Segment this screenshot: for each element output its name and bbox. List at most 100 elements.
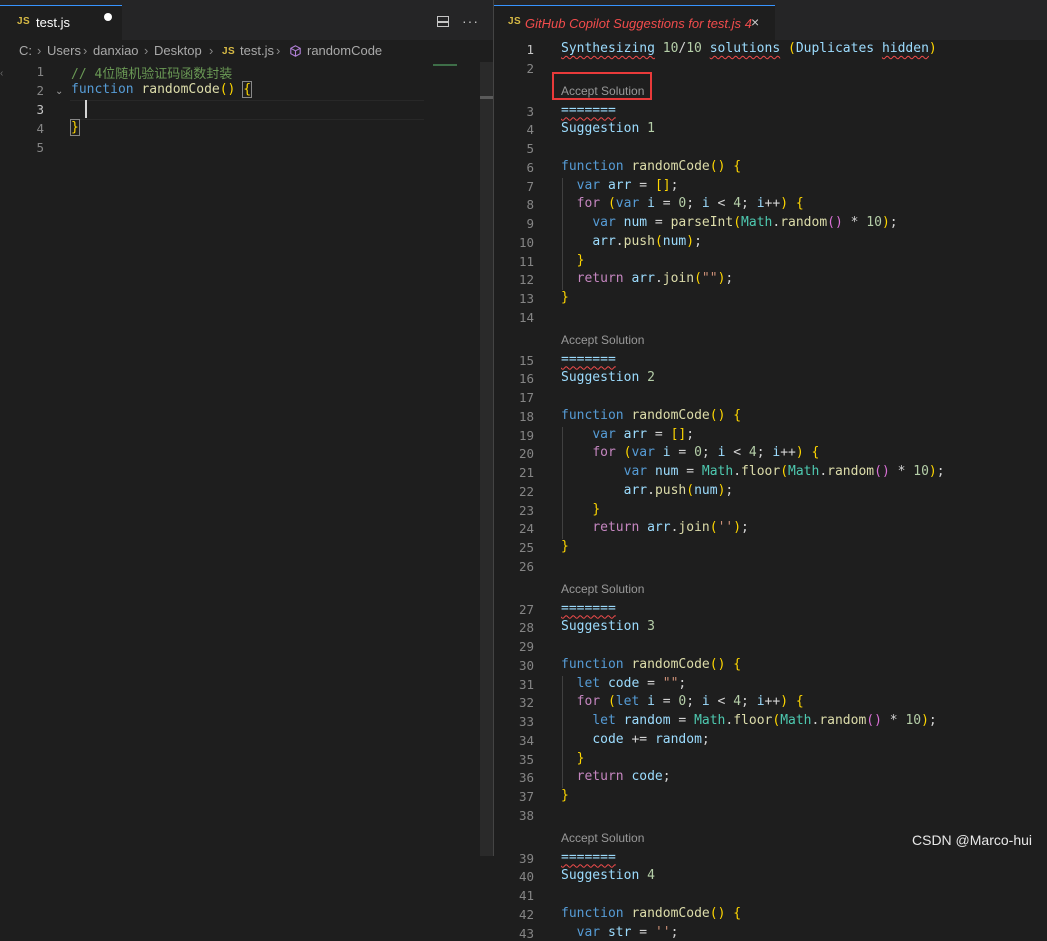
code-line[interactable]: Synthesizing 10/10 solutions (Duplicates… <box>561 41 937 56</box>
line-number: 2 <box>36 83 44 98</box>
code-line[interactable]: } <box>561 751 585 766</box>
line-number: 4 <box>526 122 534 138</box>
code-line[interactable]: ======= <box>561 601 616 616</box>
line-number: 34 <box>518 732 534 748</box>
line-number: 21 <box>518 465 534 480</box>
code-line[interactable]: } <box>561 539 569 554</box>
tab-title[interactable]: test.js <box>36 15 70 30</box>
line-number: 36 <box>518 770 534 786</box>
code-line[interactable]: return arr.join(''); <box>561 520 749 535</box>
line-number: 37 <box>518 789 534 804</box>
minimap[interactable] <box>433 64 457 66</box>
code-line[interactable]: return arr.join(""); <box>561 271 734 286</box>
code-line[interactable]: function randomCode() { <box>561 159 741 174</box>
breadcrumb: C: › Users › danxiao › Desktop › JS test… <box>0 40 493 62</box>
line-number: 20 <box>518 446 534 462</box>
line-number: 35 <box>518 751 534 767</box>
code-line[interactable]: code += random; <box>561 732 709 747</box>
breadcrumb-item-file[interactable]: test.js <box>240 43 274 58</box>
fold-chevron-icon[interactable]: ⌄ <box>55 86 63 97</box>
line-number: 16 <box>518 371 534 387</box>
line-number: 9 <box>526 216 534 231</box>
breadcrumb-item-drive[interactable]: C: <box>19 43 32 58</box>
code-line[interactable]: var arr = []; <box>561 178 679 193</box>
chevron-right-icon: › <box>144 43 149 58</box>
line-number: 17 <box>518 390 534 405</box>
line-number: 29 <box>518 639 534 654</box>
line-number: 18 <box>518 408 534 424</box>
code-line[interactable]: for (var i = 0; i < 4; i++) { <box>561 445 819 460</box>
vertical-scrollbar[interactable] <box>480 62 493 856</box>
code-line[interactable]: // 4位随机验证码函数封装 <box>71 63 232 82</box>
code-line[interactable]: return code; <box>561 769 671 784</box>
code-line[interactable]: arr.push(num); <box>561 234 702 249</box>
current-line-highlight <box>70 100 424 120</box>
code-line[interactable]: Suggestion 1 <box>561 121 655 136</box>
accept-solution-link[interactable]: Accept Solution <box>561 831 644 845</box>
line-number: 41 <box>518 888 534 903</box>
code-line[interactable]: ======= <box>561 103 616 118</box>
breadcrumb-item-desktop[interactable]: Desktop <box>154 43 202 58</box>
code-line[interactable]: function randomCode() { <box>561 408 741 423</box>
code-line[interactable]: } <box>70 119 80 136</box>
code-line[interactable]: Suggestion 4 <box>561 868 655 883</box>
close-icon[interactable]: × <box>751 14 759 30</box>
breadcrumb-item-users[interactable]: Users <box>47 43 81 58</box>
line-number: 25 <box>518 540 534 555</box>
line-number: 42 <box>518 906 534 922</box>
code-line[interactable]: } <box>561 253 585 268</box>
code-line[interactable]: ======= <box>561 850 616 865</box>
breadcrumb-item-danxiao[interactable]: danxiao <box>93 43 139 58</box>
code-line[interactable]: } <box>561 290 569 305</box>
line-number: 1 <box>36 64 44 79</box>
chevron-right-icon: › <box>83 43 88 58</box>
code-line[interactable]: function randomCode() { <box>561 657 741 672</box>
tab-title[interactable]: GitHub Copilot Suggestions for test.js 4 <box>525 16 752 31</box>
watermark: CSDN @Marco-hui <box>912 832 1033 848</box>
line-number: 24 <box>518 521 534 537</box>
scrollbar-cursor-marker <box>480 96 493 99</box>
code-line[interactable]: } <box>561 788 569 803</box>
split-editor-icon[interactable] <box>437 16 449 27</box>
code-line[interactable]: } <box>561 502 600 517</box>
code-line[interactable]: for (var i = 0; i < 4; i++) { <box>561 196 804 211</box>
code-line[interactable]: function randomCode() { <box>561 906 741 921</box>
code-line[interactable]: var str = ''; <box>561 925 679 940</box>
line-number: 23 <box>518 502 534 518</box>
line-number: 39 <box>518 850 534 866</box>
line-number: 40 <box>518 869 534 885</box>
line-number: 5 <box>526 141 534 156</box>
annotation-highlight-box <box>552 72 652 100</box>
unsaved-dot-icon[interactable] <box>104 13 112 21</box>
code-line[interactable]: let random = Math.floor(Math.random() * … <box>561 713 936 728</box>
code-line[interactable]: var num = parseInt(Math.random() * 10); <box>561 215 897 230</box>
line-number: 6 <box>526 159 534 175</box>
code-line[interactable]: let code = ""; <box>561 676 687 691</box>
line-number: 31 <box>518 676 534 692</box>
accept-solution-link[interactable]: Accept Solution <box>561 333 644 347</box>
code-line[interactable]: var arr = []; <box>561 427 694 442</box>
line-number: 22 <box>518 483 534 499</box>
code-line[interactable]: arr.push(num); <box>561 483 734 498</box>
line-number: 14 <box>518 309 534 325</box>
breadcrumb-item-symbol[interactable]: randomCode <box>307 43 382 58</box>
line-number: 5 <box>36 140 44 155</box>
line-number: 33 <box>518 714 534 729</box>
code-line[interactable]: ======= <box>561 352 616 367</box>
code-line[interactable]: var num = Math.floor(Math.random() * 10)… <box>561 464 945 479</box>
line-number: 43 <box>518 925 534 941</box>
line-number: 13 <box>518 291 534 306</box>
code-line[interactable]: Suggestion 3 <box>561 619 655 634</box>
line-number: 2 <box>526 60 534 76</box>
method-cube-icon <box>290 45 301 57</box>
collapse-left-icon[interactable]: ‹ <box>0 68 3 79</box>
code-line[interactable]: Suggestion 2 <box>561 370 655 385</box>
code-line[interactable]: for (let i = 0; i < 4; i++) { <box>561 694 804 709</box>
line-number: 19 <box>518 427 534 443</box>
accept-solution-link[interactable]: Accept Solution <box>561 582 644 596</box>
code-line[interactable]: function randomCode() { <box>71 81 253 98</box>
line-number: 10 <box>518 234 534 250</box>
line-number: 15 <box>518 352 534 368</box>
more-actions-icon[interactable]: ··· <box>462 13 479 29</box>
js-file-icon: JS <box>508 16 522 27</box>
